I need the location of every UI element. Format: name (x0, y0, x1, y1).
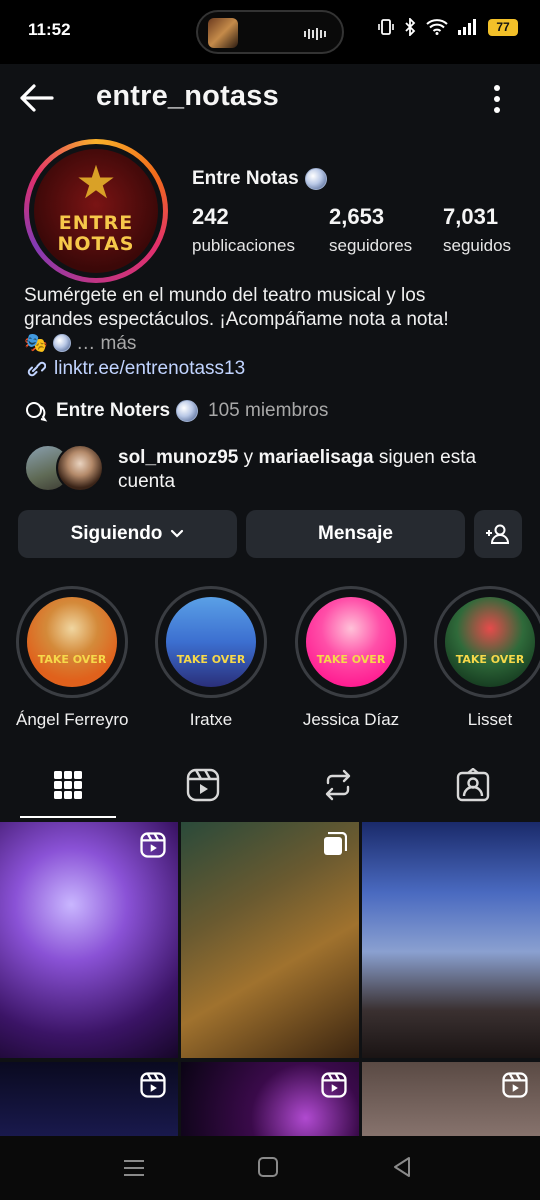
media-thumbnail (208, 18, 238, 48)
chat-bubbles-icon (26, 402, 48, 422)
stat-following[interactable]: 7,031 seguidos (443, 204, 511, 256)
top-bar: entre_notass (0, 64, 540, 134)
tagged-user-icon (456, 768, 489, 802)
highlight-label: Jessica Díaz (302, 710, 400, 729)
post-thumbnail[interactable] (0, 822, 178, 1058)
avatar-logo-text-1: ENTRE (58, 212, 134, 234)
profile-screen: entre_notass ★ ENTRE NOTAS Entre Notas 2… (0, 64, 540, 1136)
stat-following-value: 7,031 (443, 204, 499, 229)
disco-ball-icon (176, 400, 199, 422)
reel-badge-icon (502, 1072, 528, 1098)
highlight-item[interactable]: TAKE OVER Ángel Ferreyro (16, 586, 128, 730)
profile-avatar: ★ ENTRE NOTAS (34, 149, 158, 273)
highlight-cover: TAKE OVER (306, 597, 396, 687)
wifi-icon (426, 19, 448, 35)
highlight-label: Ángel Ferreyro (16, 710, 129, 729)
highlight-label: Iratxe (189, 710, 233, 729)
reels-icon (186, 768, 219, 802)
reel-badge-icon (140, 832, 166, 858)
highlight-cover: TAKE OVER (27, 597, 117, 687)
post-thumbnail[interactable] (181, 822, 359, 1058)
back-arrow-icon[interactable] (18, 82, 54, 114)
bio-link[interactable]: linktr.ee/entrenotass13 (24, 358, 245, 380)
vibrate-icon (378, 19, 394, 35)
back-nav-icon[interactable] (392, 1156, 412, 1178)
mutual-followers[interactable]: sol_munoz95 y mariaelisaga siguen esta c… (24, 444, 524, 494)
media-pill[interactable] (196, 10, 344, 54)
profile-username: entre_notass (96, 80, 279, 112)
bluetooth-icon (405, 18, 416, 36)
stat-posts-value: 242 (192, 204, 229, 229)
mutual-user-2[interactable]: mariaelisaga (258, 447, 373, 468)
stat-followers-value: 2,653 (329, 204, 385, 229)
stat-followers-label: seguidores (329, 236, 413, 255)
add-person-icon (486, 524, 510, 544)
avatar-logo-text-2: NOTAS (57, 233, 135, 255)
chevron-down-icon (171, 529, 184, 538)
highlight-cover: TAKE OVER (445, 597, 535, 687)
highlight-label: Lisset (467, 710, 513, 729)
stat-followers[interactable]: 2,653 seguidores (329, 204, 412, 256)
link-icon (27, 361, 46, 377)
stat-posts-label: publicaciones (192, 236, 296, 255)
post-thumbnail[interactable] (362, 1062, 540, 1136)
signal-icon (458, 19, 476, 35)
theater-masks-icon: 🎭 (24, 333, 48, 354)
more-options-icon[interactable] (492, 84, 502, 114)
reel-badge-icon (140, 1072, 166, 1098)
stat-posts[interactable]: 242 publicaciones (192, 204, 295, 256)
community-channel[interactable]: Entre Noters 105 miembros (24, 400, 328, 422)
post-thumbnail[interactable] (181, 1062, 359, 1136)
repost-icon (325, 769, 350, 801)
recent-apps-icon[interactable] (122, 1158, 146, 1178)
following-button[interactable]: Siguiendo (18, 510, 237, 558)
audio-wave-icon (304, 28, 326, 40)
action-buttons: Siguiendo Mensaje (18, 510, 522, 558)
message-button[interactable]: Mensaje (246, 510, 465, 558)
status-time: 11:52 (28, 20, 71, 39)
disco-ball-icon (52, 334, 71, 352)
stat-following-label: seguidos (443, 236, 512, 255)
bio-more-link[interactable]: … más (76, 333, 136, 354)
post-thumbnail[interactable] (362, 822, 540, 1058)
display-name: Entre Notas (192, 168, 327, 190)
mutual-avatar-2 (56, 444, 104, 492)
carousel-badge-icon (324, 832, 347, 855)
post-thumbnail[interactable] (0, 1062, 178, 1136)
battery-indicator: 77 (488, 18, 518, 36)
tab-reels[interactable] (135, 750, 270, 820)
tab-tagged[interactable] (405, 750, 540, 820)
star-icon: ★ (75, 156, 117, 208)
tab-reposts[interactable] (270, 750, 405, 820)
system-navigation-bar (0, 1136, 540, 1200)
suggested-users-button[interactable] (474, 510, 522, 558)
highlight-cover: TAKE OVER (166, 597, 256, 687)
grid-icon (53, 771, 82, 799)
profile-bio: Sumérgete en el mundo del teatro musical… (24, 285, 449, 354)
status-bar: 11:52 77 (0, 0, 540, 64)
tab-posts[interactable] (0, 750, 135, 820)
profile-tabs (0, 750, 540, 820)
disco-ball-icon (304, 168, 327, 190)
active-tab-indicator (20, 816, 116, 818)
home-icon[interactable] (257, 1156, 279, 1178)
mutual-user-1[interactable]: sol_munoz95 (118, 447, 238, 468)
highlight-item[interactable]: TAKE OVER Jessica Díaz (295, 586, 407, 730)
story-ring[interactable]: ★ ENTRE NOTAS (24, 139, 168, 283)
reel-badge-icon (321, 1072, 347, 1098)
highlight-item[interactable]: TAKE OVER Iratxe (155, 586, 267, 730)
posts-grid (0, 822, 540, 1136)
highlight-item[interactable]: TAKE OVER Lisset (434, 586, 540, 730)
